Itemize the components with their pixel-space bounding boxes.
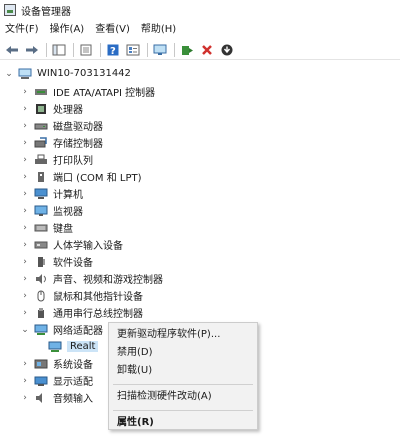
menu-uninstall[interactable]: 卸载(U) [109,362,257,380]
menu-help[interactable]: 帮助(H) [136,21,182,39]
show-hide-tree-icon[interactable] [50,41,68,59]
menu-separator [113,384,253,385]
tree-item-label: 端口 (COM 和 LPT) [53,173,142,184]
chevron-down-icon[interactable]: ⌄ [4,69,14,79]
tree-item-label: 存储控制器 [53,139,103,150]
back-arrow-icon[interactable] [3,41,21,59]
disk-drive-icon [34,120,48,132]
tree-item-label: 音频输入 [53,394,93,405]
tree-root-label: WIN10-703131442 [37,68,131,79]
network-adapter-icon [34,324,48,336]
properties-sheet-icon[interactable] [77,41,95,59]
tree-item-label: 磁盘驱动器 [53,122,103,133]
tree-item-label: 监视器 [53,207,83,218]
chevron-right-icon[interactable]: › [20,223,30,233]
usb-icon [34,307,48,319]
toolbar-separator [73,42,74,57]
chevron-right-icon[interactable]: › [20,206,30,216]
forward-arrow-icon[interactable] [23,41,41,59]
network-adapter-icon [48,341,62,353]
chevron-right-icon[interactable]: › [20,376,30,386]
menu-update-driver[interactable]: 更新驱动程序软件(P)... [109,326,257,344]
tree-item-audio-inputs[interactable]: › 音频输入 [20,388,93,407]
software-device-icon [34,256,48,268]
chevron-right-icon[interactable]: › [20,172,30,182]
display-adapter-icon [34,375,48,387]
chevron-right-icon[interactable]: › [20,291,30,301]
tree-item-label: 通用串行总线控制器 [53,309,143,320]
chevron-right-icon[interactable]: › [20,240,30,250]
menu-disable[interactable]: 禁用(D) [109,344,257,362]
computer-icon [18,68,32,80]
computer-icon [34,188,48,200]
menu-bar: 文件(F) 操作(A) 查看(V) 帮助(H) [0,21,182,39]
tree-item-label: 软件设备 [53,258,93,269]
menu-properties[interactable]: 属性(R) [109,414,257,432]
svg-text:?: ? [110,46,116,56]
chevron-right-icon[interactable]: › [20,87,30,97]
audio-input-icon [34,392,48,404]
chevron-right-icon[interactable]: › [20,308,30,318]
toolbar-separator [174,42,175,57]
toolbar-separator [46,42,47,57]
tree-item-label: 人体学输入设备 [53,241,123,252]
uninstall-x-icon[interactable] [198,41,216,59]
system-device-icon [34,358,48,370]
chevron-right-icon[interactable]: › [20,189,30,199]
keyboard-icon [34,222,48,234]
toolbar-separator [100,42,101,57]
monitor-icon[interactable] [151,41,169,59]
menu-scan-hardware[interactable]: 扫描检测硬件改动(A) [109,388,257,406]
toolbar: ? [0,40,400,60]
chevron-down-icon[interactable]: ⌄ [20,325,30,335]
ide-controller-icon [34,86,48,98]
menu-separator [113,410,253,411]
tree-item-label: 网络适配器 [53,326,103,337]
hid-icon [34,239,48,251]
chevron-right-icon[interactable]: › [20,359,30,369]
speaker-icon [34,273,48,285]
tree-item-label: 处理器 [53,105,83,116]
update-driver-icon[interactable] [178,41,196,59]
context-menu: 更新驱动程序软件(P)... 禁用(D) 卸载(U) 扫描检测硬件改动(A) 属… [108,322,258,430]
title-bar: 设备管理器 [0,0,400,20]
tree-item-label: 显示适配 [53,377,93,388]
tree-item-label: IDE ATA/ATAPI 控制器 [53,88,156,99]
tree-item-label: 计算机 [53,190,83,201]
chevron-right-icon[interactable]: › [20,138,30,148]
chevron-right-icon[interactable]: › [20,257,30,267]
help-icon[interactable]: ? [104,41,122,59]
window-title: 设备管理器 [21,6,71,18]
tree-item-label: 声音、视频和游戏控制器 [53,275,163,286]
tree-item-label: 打印队列 [53,156,93,167]
port-icon [34,171,48,183]
toolbar-separator [147,42,148,57]
monitor-icon [34,205,48,217]
tree-item-label: 键盘 [53,224,73,235]
chevron-right-icon[interactable]: › [20,104,30,114]
device-list-icon[interactable] [124,41,142,59]
tree-item-label: 系统设备 [53,360,93,371]
chevron-right-icon[interactable]: › [20,121,30,131]
mouse-icon [34,290,48,302]
menu-action[interactable]: 操作(A) [45,21,91,39]
printer-icon [34,154,48,166]
download-arrow-icon[interactable] [218,41,236,59]
chevron-right-icon[interactable]: › [20,274,30,284]
tree-root[interactable]: ⌄ WIN10-703131442 [4,64,131,83]
menu-file[interactable]: 文件(F) [0,21,45,39]
tree-item-label: Realt [67,341,99,352]
storage-controller-icon [34,136,48,149]
chevron-right-icon[interactable]: › [20,155,30,165]
chevron-right-icon[interactable]: › [20,393,30,403]
menu-view[interactable]: 查看(V) [90,21,136,39]
device-manager-icon [4,4,16,16]
processor-icon [34,103,48,115]
tree-item-label: 鼠标和其他指针设备 [53,292,143,303]
